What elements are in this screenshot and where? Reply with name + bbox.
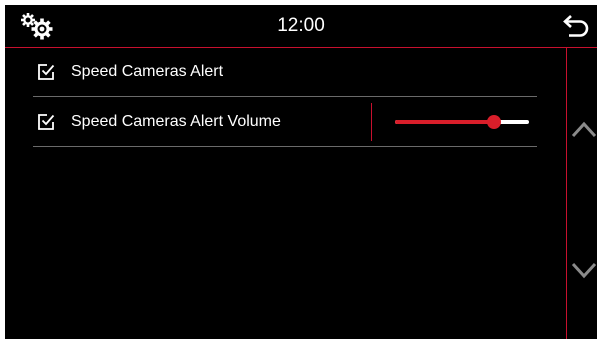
header-bar: 12:00 bbox=[5, 5, 597, 48]
setting-label: Speed Cameras Alert bbox=[71, 63, 224, 80]
checkbox-checked-icon[interactable] bbox=[37, 63, 55, 81]
scroll-column bbox=[566, 48, 597, 339]
setting-label: Speed Cameras Alert Volume bbox=[71, 113, 281, 130]
row-divider bbox=[371, 103, 372, 141]
return-arrow-icon[interactable] bbox=[561, 12, 591, 40]
checkbox-checked-icon[interactable] bbox=[37, 113, 55, 131]
setting-row-speed-cameras-alert[interactable]: Speed Cameras Alert bbox=[33, 48, 537, 97]
chevron-down-icon[interactable] bbox=[571, 262, 597, 280]
screen: 12:00 Speed Cameras Alert Speed Cameras … bbox=[5, 5, 597, 339]
volume-slider[interactable] bbox=[395, 114, 529, 130]
slider-knob[interactable] bbox=[487, 115, 502, 129]
slider-fill bbox=[395, 120, 495, 124]
clock-time: 12:00 bbox=[277, 15, 325, 36]
chevron-up-icon[interactable] bbox=[571, 120, 597, 138]
setting-row-speed-cameras-alert-volume[interactable]: Speed Cameras Alert Volume bbox=[33, 98, 537, 147]
